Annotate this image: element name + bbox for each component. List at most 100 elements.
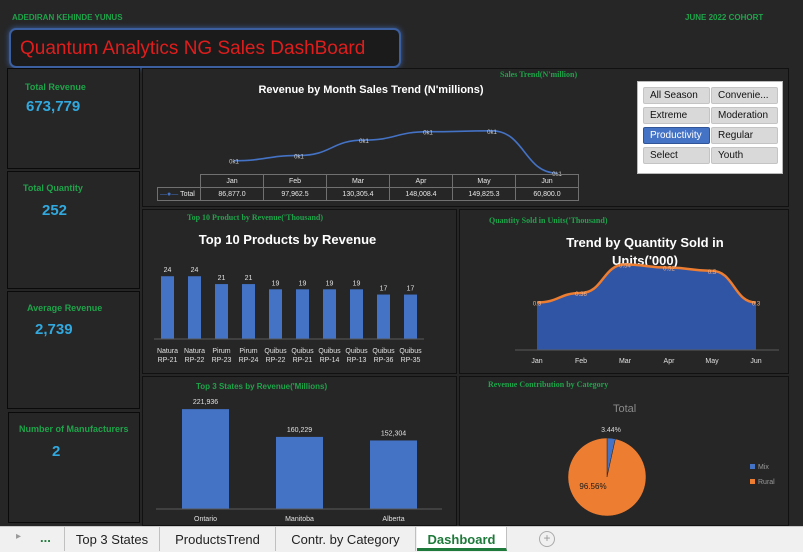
product-bar-value: 24: [164, 267, 172, 274]
kpi-label: Total Revenue: [25, 82, 86, 92]
sales-point-label: 0k1: [487, 130, 497, 136]
quantity-month-label: May: [705, 358, 719, 365]
legend-swatch: [750, 479, 755, 484]
slicer-item-productivity[interactable]: Productivity: [643, 127, 710, 144]
more-sheets-button[interactable]: ...: [40, 530, 51, 545]
product-label-name: Quibus: [399, 348, 422, 355]
sales-trend-chart: 0k10k10k10k1 0k10k1: [229, 130, 562, 178]
product-bar[interactable]: [404, 294, 417, 339]
table-cell: 130,305.4: [326, 187, 390, 201]
product-label-code: RP-24: [239, 357, 259, 364]
product-label-code: RP-35: [401, 357, 421, 364]
sales-point-label: 0k1: [229, 160, 239, 166]
product-bar-value: 21: [245, 275, 253, 282]
slicer-item-select[interactable]: Select: [643, 147, 710, 164]
state-label: Manitoba: [285, 516, 314, 523]
kpi-total-quantity[interactable]: Total Quantity 252: [7, 171, 140, 289]
state-bar-value: 221,936: [193, 399, 218, 406]
kpi-label: Total Quantity: [23, 183, 83, 193]
product-label-name: Quibus: [345, 348, 368, 355]
quantity-point-label: 0.36: [575, 292, 587, 298]
table-header-cell: Feb: [263, 174, 327, 188]
slicer-item-all-season[interactable]: All Season: [643, 87, 710, 104]
product-bar-value: 24: [191, 267, 199, 274]
legend-label: Rural: [758, 479, 775, 486]
product-label-code: RP-14: [320, 357, 340, 364]
slicer-item-youth[interactable]: Youth: [711, 147, 778, 164]
legend-swatch: [750, 464, 755, 469]
sales-trend-line: [233, 130, 558, 174]
kpi-value: 673,779: [26, 98, 81, 115]
slicer-item-extreme[interactable]: Extreme: [643, 107, 710, 124]
quantity-month-label: Mar: [619, 358, 632, 365]
product-bar-value: 17: [380, 286, 388, 293]
product-bar[interactable]: [161, 276, 174, 339]
product-label-name: Pirum: [212, 348, 230, 355]
slicer-item-regular[interactable]: Regular: [711, 127, 778, 144]
tab-contr-by-category[interactable]: Contr. by Category: [276, 527, 416, 551]
product-bar[interactable]: [377, 294, 390, 339]
quantity-point-label: 0.3: [533, 302, 542, 308]
table-cell: 97,962.5: [263, 187, 327, 201]
product-label-name: Quibus: [291, 348, 314, 355]
product-bar-value: 17: [407, 286, 415, 293]
kpi-manufacturers[interactable]: Number of Manufacturers 2: [8, 412, 140, 523]
product-bar[interactable]: [188, 276, 201, 339]
quantity-area: [537, 264, 756, 350]
pie-label-rural: 96.56%: [579, 482, 606, 491]
sales-trend-data-table: Jan Feb Mar Apr May Jun —●— Total 86,877.0 97,9…: [157, 174, 579, 201]
pie-slice-rural[interactable]: [567, 437, 647, 517]
product-label-code: RP-22: [185, 357, 205, 364]
product-label-code: RP-21: [293, 357, 313, 364]
product-label-code: RP-36: [374, 357, 394, 364]
product-label-code: RP-13: [347, 357, 367, 364]
table-cell: 149,825.3: [452, 187, 516, 201]
quantity-month-label: Jun: [750, 358, 761, 365]
table-header-cell: Jan: [200, 174, 264, 188]
kpi-average-revenue[interactable]: Average Revenue 2,739: [7, 291, 140, 409]
state-label: Ontario: [194, 516, 217, 523]
quantity-month-label: Jan: [531, 358, 542, 365]
product-bar[interactable]: [215, 284, 228, 339]
product-label-code: RP-22: [266, 357, 286, 364]
dashboard-title-box[interactable]: Quantum Analytics NG Sales DashBoard: [9, 28, 401, 68]
table-cell: 148,008.4: [389, 187, 453, 201]
product-bar[interactable]: [350, 289, 363, 339]
sales-point-label: 0k1: [423, 131, 433, 137]
kpi-total-revenue[interactable]: Total Revenue 673,779: [7, 68, 140, 169]
cohort-label: JUNE 2022 COHORT: [685, 13, 764, 22]
slicer-item-convenie[interactable]: Convenie...: [711, 87, 778, 104]
state-bar[interactable]: [370, 440, 417, 509]
product-label-name: Natura: [184, 348, 205, 355]
state-bar-value: 160,229: [287, 427, 312, 434]
quantity-month-label: Apr: [664, 358, 676, 365]
product-bar[interactable]: [269, 289, 282, 339]
state-bar[interactable]: [276, 436, 323, 509]
kpi-value: 2,739: [35, 321, 73, 338]
add-sheet-icon[interactable]: +: [539, 531, 555, 547]
state-bar[interactable]: [182, 409, 229, 509]
legend-label: Mix: [758, 464, 769, 471]
sales-point-label: 0k1: [359, 139, 369, 145]
table-header-cell: Jun: [515, 174, 579, 188]
product-label-name: Quibus: [264, 348, 287, 355]
product-bar[interactable]: [296, 289, 309, 339]
slicer-item-moderation[interactable]: Moderation: [711, 107, 778, 124]
product-bar[interactable]: [323, 289, 336, 339]
kpi-value: 252: [42, 202, 68, 219]
quantity-month-label: Feb: [575, 358, 587, 365]
product-label-name: Quibus: [372, 348, 395, 355]
product-bar[interactable]: [242, 284, 255, 339]
sales-point-label: 0k1: [294, 154, 304, 160]
quantity-point-label: 0.3: [752, 302, 761, 308]
scroll-left-icon[interactable]: ▸: [16, 531, 21, 542]
dashboard-title: Quantum Analytics NG Sales DashBoard: [20, 38, 366, 59]
state-bar-value: 152,304: [381, 430, 406, 437]
tab-top-3-states[interactable]: Top 3 States: [64, 527, 160, 551]
tab-dashboard[interactable]: Dashboard: [417, 527, 507, 551]
product-label-name: Pirum: [239, 348, 257, 355]
tab-products-trend[interactable]: ProductsTrend: [160, 527, 276, 551]
kpi-value: 2: [52, 443, 61, 460]
category-slicer[interactable]: All Season Convenie... Extreme Moderation Pr…: [637, 81, 783, 174]
kpi-label: Average Revenue: [27, 303, 103, 313]
